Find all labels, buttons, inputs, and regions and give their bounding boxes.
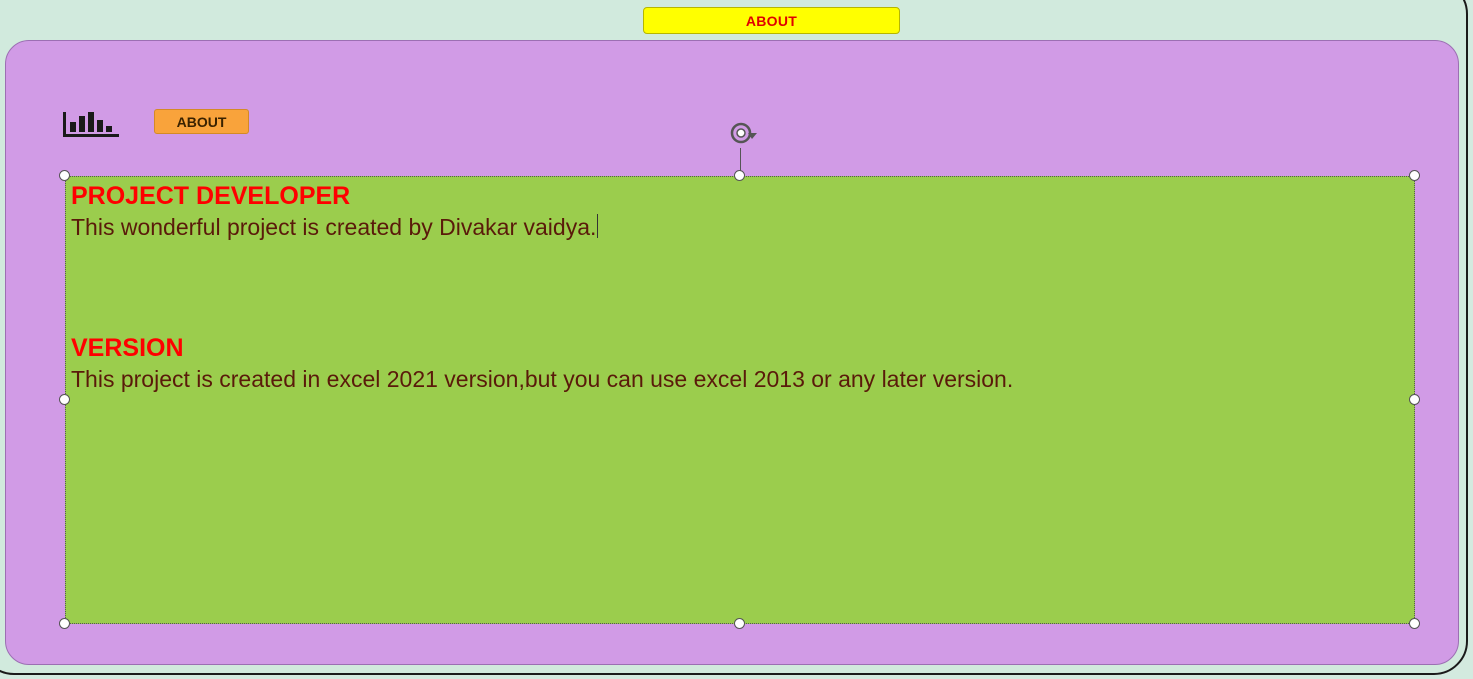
resize-handle-top-center[interactable] xyxy=(734,170,745,181)
about-textbox[interactable]: PROJECT DEVELOPER This wonderful project… xyxy=(65,176,1415,624)
developer-line: This wonderful project is created by Div… xyxy=(71,211,1404,243)
version-text: This project is created in excel 2021 ve… xyxy=(71,366,1014,392)
top-about-button[interactable]: ABOUT xyxy=(643,7,900,34)
bar-chart-icon[interactable] xyxy=(62,108,122,140)
developer-heading: PROJECT DEVELOPER xyxy=(71,182,351,210)
developer-text: This wonderful project is created by Div… xyxy=(71,214,597,240)
resize-handle-top-left[interactable] xyxy=(59,170,70,181)
text-caret xyxy=(597,214,599,238)
resize-handle-bottom-center[interactable] xyxy=(734,618,745,629)
resize-handle-top-right[interactable] xyxy=(1409,170,1420,181)
resize-handle-bottom-right[interactable] xyxy=(1409,618,1420,629)
version-heading: VERSION xyxy=(71,334,184,362)
resize-handle-middle-left[interactable] xyxy=(59,394,70,405)
about-nav-button[interactable]: ABOUT xyxy=(154,109,249,134)
resize-handle-bottom-left[interactable] xyxy=(59,618,70,629)
resize-handle-middle-right[interactable] xyxy=(1409,394,1420,405)
rotate-handle-icon[interactable] xyxy=(726,118,760,152)
